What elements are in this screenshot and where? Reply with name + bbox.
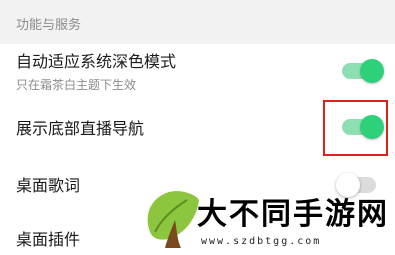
setting-label-desktop-widget: 桌面插件 <box>16 230 81 249</box>
leaf-logo-icon <box>147 191 199 248</box>
section-header: 功能与服务 <box>0 0 395 44</box>
setting-subtitle-dark-mode: 只在霜茶白主题下生效 <box>16 78 137 92</box>
highlight-box <box>323 100 388 156</box>
toggle-knob <box>360 59 384 83</box>
setting-label-dark-mode: 自动适应系统深色模式 <box>16 52 177 71</box>
section-title: 功能与服务 <box>16 18 82 33</box>
watermark: 大不同手游网 www.szdbtgg.com <box>135 186 395 255</box>
dark-mode-toggle[interactable] <box>340 58 384 84</box>
setting-row-dark-mode[interactable]: 自动适应系统深色模式 只在霜茶白主题下生效 <box>0 44 395 102</box>
setting-label-desktop-lyrics: 桌面歌词 <box>16 176 81 195</box>
setting-label-live-nav: 展示底部直播导航 <box>16 119 145 138</box>
watermark-url: www.szdbtgg.com <box>201 236 322 247</box>
watermark-text: 大不同手游网 <box>197 197 389 232</box>
